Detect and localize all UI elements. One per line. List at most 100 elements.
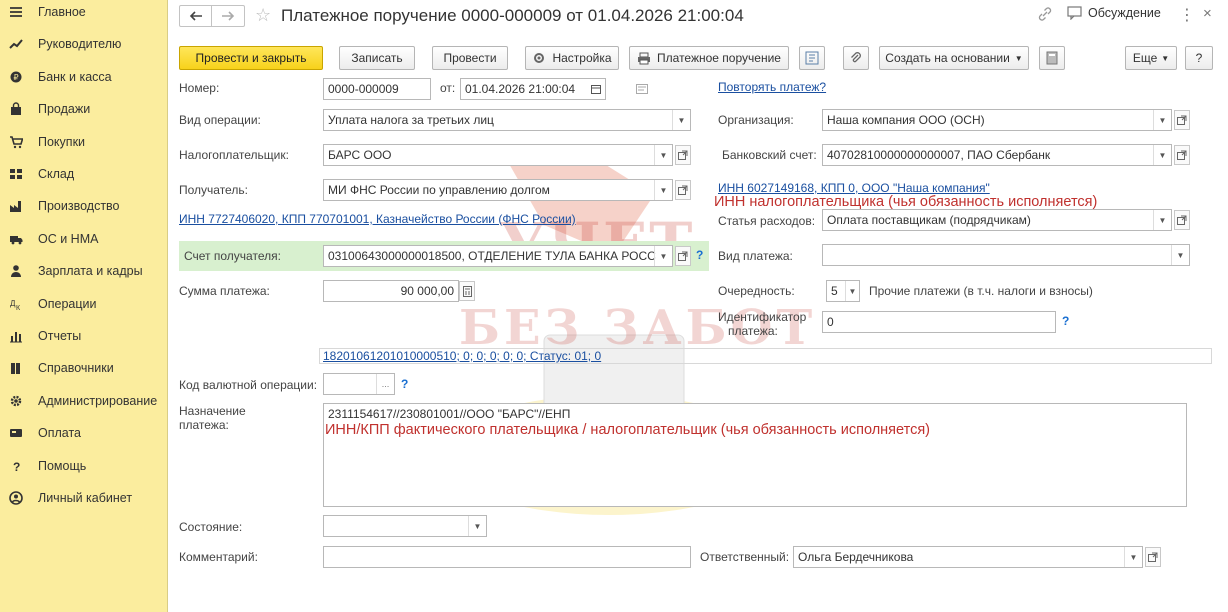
structure-button[interactable] — [799, 46, 825, 70]
person-icon — [8, 263, 24, 279]
open-taxpayer-button[interactable] — [675, 145, 691, 165]
post-button[interactable]: Провести — [432, 46, 508, 70]
taxpayer-select[interactable]: БАРС ООО ▼ — [323, 144, 673, 166]
sidebar-item-label: Главное — [38, 5, 86, 19]
sidebar-item[interactable]: Администрирование — [0, 387, 168, 415]
sidebar-item[interactable]: ОС и НМА — [0, 225, 168, 253]
expense-select[interactable]: Оплата поставщикам (подрядчикам) ▼ — [822, 209, 1172, 231]
open-icon — [1177, 215, 1187, 225]
responsible-label: Ответственный: — [700, 550, 790, 564]
sidebar-item[interactable]: Производство — [0, 192, 168, 220]
forward-button[interactable] — [212, 6, 244, 26]
bank-account-select[interactable]: 40702810000000000007, ПАО Сбербанк ▼ — [822, 144, 1172, 166]
create-based-on-button[interactable]: Создать на основании ▼ — [879, 46, 1029, 70]
doc-info-icon[interactable] — [636, 83, 648, 97]
open-expense-button[interactable] — [1174, 210, 1190, 230]
open-bank-account-button[interactable] — [1174, 145, 1190, 165]
more-button[interactable]: Еще ▼ — [1125, 46, 1177, 70]
sidebar-item-label: Администрирование — [38, 393, 158, 408]
chevron-down-icon[interactable]: ▼ — [468, 516, 486, 536]
organization-label: Организация: — [718, 113, 794, 127]
recipient-account-help-icon[interactable]: ? — [696, 248, 703, 262]
recipient-select[interactable]: МИ ФНС России по управлению долгом ▼ — [323, 179, 673, 201]
chevron-down-icon[interactable]: ▼ — [672, 110, 690, 130]
date-field[interactable]: 01.04.2026 21:00:04 — [460, 78, 606, 100]
number-field[interactable]: 0000-000009 — [323, 78, 431, 100]
discussion-button[interactable]: Обсуждение — [1067, 6, 1161, 20]
back-button[interactable] — [180, 6, 212, 26]
select-dots-icon[interactable]: … — [376, 374, 394, 394]
chevron-down-icon[interactable]: ▼ — [1124, 547, 1142, 567]
priority-select[interactable]: 5 ▼ — [826, 280, 860, 302]
save-button[interactable]: Записать — [339, 46, 415, 70]
sidebar-item-label: Отчеты — [38, 329, 82, 343]
sidebar-item-label: Личный кабинет — [38, 491, 133, 505]
chevron-down-icon[interactable]: ▼ — [845, 281, 859, 301]
sidebar-item[interactable]: Справочники — [0, 354, 168, 382]
currency-op-field[interactable]: … — [323, 373, 395, 395]
sidebar-item[interactable]: Покупки — [0, 128, 168, 156]
open-recipient-button[interactable] — [675, 180, 691, 200]
sidebar-item[interactable]: Руководителю — [0, 30, 168, 58]
chevron-down-icon[interactable]: ▼ — [654, 180, 672, 200]
sidebar-item[interactable]: Личный кабинет — [0, 484, 168, 512]
identifier-field[interactable]: 0 — [822, 311, 1056, 333]
star-icon[interactable]: ☆ — [255, 5, 271, 26]
purpose-label-line-2: платежа: — [179, 418, 229, 432]
settings-button[interactable]: Настройка — [525, 46, 619, 70]
responsible-value: Ольга Бердечникова — [798, 550, 914, 564]
bank-account-label: Банковский счет: — [722, 148, 817, 162]
sidebar-item[interactable]: Склад — [0, 160, 168, 188]
organization-select[interactable]: Наша компания ООО (ОСН) ▼ — [822, 109, 1172, 131]
sidebar-item[interactable]: Отчеты — [0, 322, 168, 350]
post-and-close-button[interactable]: Провести и закрыть — [179, 46, 323, 70]
chevron-down-icon[interactable]: ▼ — [1171, 245, 1189, 265]
chevron-down-icon[interactable]: ▼ — [654, 246, 672, 266]
chevron-down-icon[interactable]: ▼ — [654, 145, 672, 165]
purpose-textarea[interactable]: 2311154617//230801001//ООО "БАРС"//ЕНП — [323, 403, 1187, 507]
calculator-button[interactable] — [459, 281, 475, 301]
sidebar-item[interactable]: Продажи — [0, 95, 168, 123]
attach-button[interactable] — [843, 46, 869, 70]
state-select[interactable]: ▼ — [323, 515, 487, 537]
chevron-down-icon[interactable]: ▼ — [1153, 110, 1171, 130]
calculator-button[interactable] — [1039, 46, 1065, 70]
recipient-inn-link[interactable]: ИНН 7727406020, КПП 770701001, Казначейс… — [179, 212, 576, 226]
comment-field[interactable] — [323, 546, 691, 568]
calendar-icon[interactable] — [587, 79, 605, 99]
sidebar-item[interactable]: Зарплата и кадры — [0, 257, 168, 285]
open-organization-button[interactable] — [1174, 110, 1190, 130]
sidebar-item[interactable]: Главное — [0, 0, 168, 26]
operation-select[interactable]: Уплата налога за третьих лиц ▼ — [323, 109, 691, 131]
identifier-help-icon[interactable]: ? — [1062, 314, 1069, 328]
payment-type-select[interactable]: ▼ — [822, 244, 1190, 266]
sidebar-item[interactable]: Д К Операции — [0, 290, 168, 318]
svg-text:?: ? — [13, 460, 20, 473]
identifier-label-line-2: платежа: — [728, 324, 778, 338]
payment-type-label: Вид платежа: — [718, 249, 793, 263]
currency-op-help-icon[interactable]: ? — [401, 377, 408, 391]
open-responsible-button[interactable] — [1145, 547, 1161, 567]
truck-icon — [8, 231, 24, 247]
sidebar-item[interactable]: ? Помощь — [0, 452, 168, 480]
print-payment-order-button[interactable]: Платежное поручение — [629, 46, 789, 70]
open-recipient-account-button[interactable] — [675, 246, 691, 266]
help-button[interactable]: ? — [1185, 46, 1213, 70]
amount-field[interactable]: 90 000,00 — [323, 280, 459, 302]
chevron-down-icon[interactable]: ▼ — [1153, 145, 1171, 165]
close-icon[interactable]: × — [1203, 5, 1212, 22]
sidebar-item[interactable]: ₽ Банк и касса — [0, 63, 168, 91]
repeat-payment-link[interactable]: Повторять платеж? — [718, 80, 826, 94]
sidebar-item-label: Производство — [38, 199, 120, 214]
arrow-right-icon — [222, 11, 235, 21]
sidebar-item[interactable]: Оплата — [0, 419, 168, 447]
recipient-account-select[interactable]: 03100643000000018500, ОТДЕЛЕНИЕ ТУЛА БАН… — [323, 245, 673, 267]
open-icon — [678, 150, 688, 160]
more-vert-icon[interactable]: ⋮ — [1179, 5, 1195, 25]
expense-label: Статья расходов: — [718, 214, 816, 228]
responsible-select[interactable]: Ольга Бердечникова ▼ — [793, 546, 1143, 568]
kbk-link[interactable]: 18201061201010000510; 0; 0; 0; 0; 0; Ста… — [323, 349, 601, 363]
organization-inn-link[interactable]: ИНН 6027149168, КПП 0, ООО "Наша компани… — [718, 181, 990, 195]
chevron-down-icon[interactable]: ▼ — [1153, 210, 1171, 230]
link-icon[interactable] — [1037, 6, 1053, 25]
